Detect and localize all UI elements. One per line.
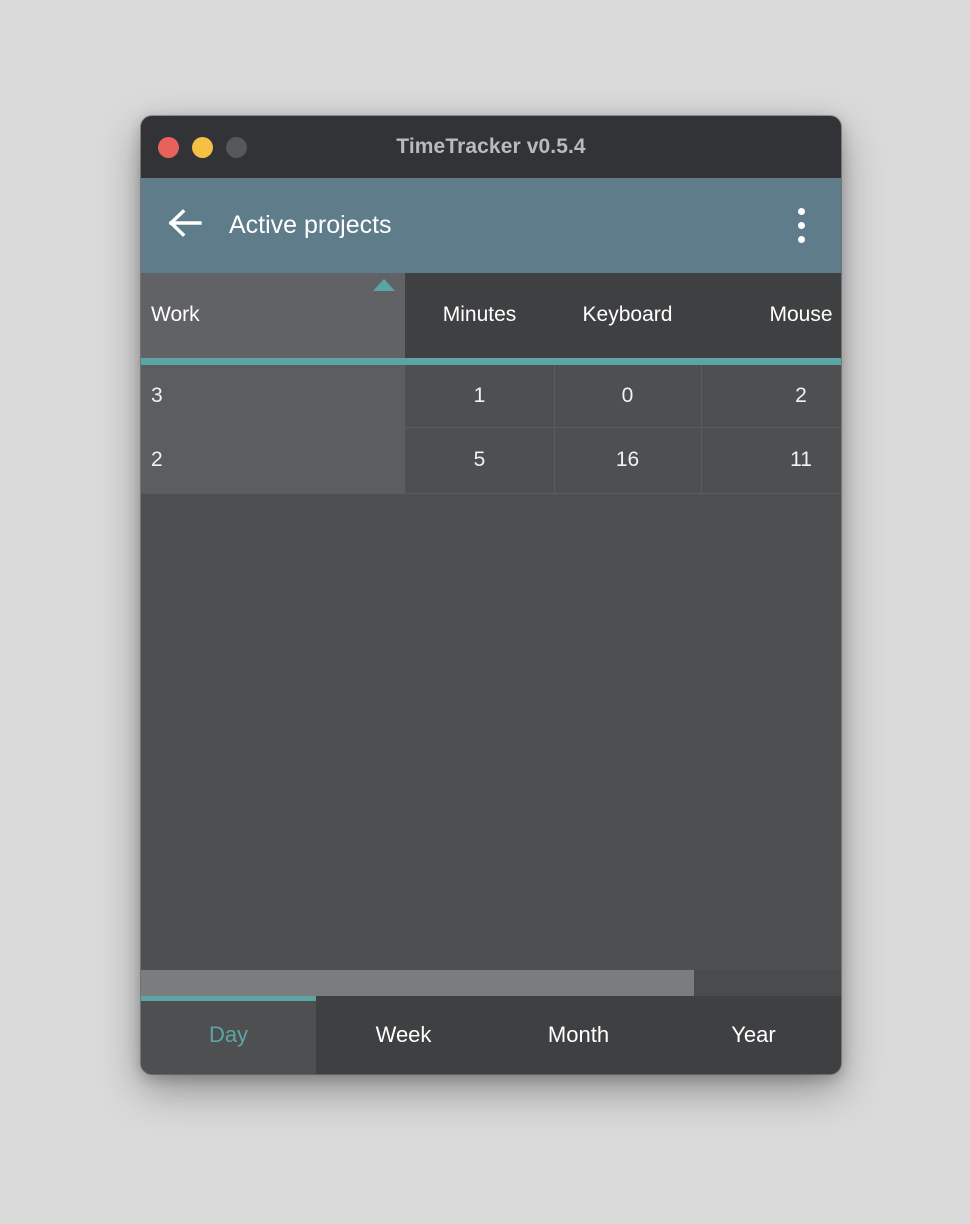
horizontal-scrollbar-track[interactable] bbox=[141, 970, 841, 996]
more-vertical-icon-dot bbox=[797, 236, 805, 243]
arrow-left-icon bbox=[168, 208, 202, 243]
table-header-row: Work Minutes Keyboard Mouse bbox=[141, 273, 841, 365]
table-row[interactable]: 3 1 0 2 bbox=[141, 361, 841, 428]
sort-ascending-icon bbox=[373, 279, 395, 291]
cell-mouse: 11 bbox=[701, 427, 841, 494]
tab-label: Year bbox=[731, 1022, 776, 1047]
period-tab-bar: Day Week Month Year bbox=[141, 996, 841, 1074]
cell-minutes: 1 bbox=[405, 361, 555, 428]
more-vertical-icon-dot bbox=[797, 208, 805, 215]
minimize-button[interactable] bbox=[192, 136, 213, 158]
table-scroll-viewport[interactable]: Work Minutes Keyboard Mouse 3 1 0 2 2 5 … bbox=[141, 273, 841, 970]
table-body: 3 1 0 2 2 5 16 11 bbox=[141, 361, 841, 494]
tab-label: Month bbox=[547, 1022, 610, 1047]
column-header-label: Work bbox=[151, 303, 200, 327]
more-vertical-icon-dot bbox=[797, 222, 805, 229]
tab-label: Week bbox=[375, 1022, 432, 1047]
column-header-label: Minutes bbox=[442, 303, 517, 327]
tab-year[interactable]: Year bbox=[666, 996, 841, 1074]
back-button[interactable] bbox=[163, 204, 207, 248]
overflow-menu-button[interactable] bbox=[781, 203, 821, 249]
table-head: Work Minutes Keyboard Mouse bbox=[141, 273, 841, 365]
tab-month[interactable]: Month bbox=[491, 996, 666, 1074]
window-titlebar[interactable]: TimeTracker v0.5.4 bbox=[141, 116, 841, 178]
table-row[interactable]: 2 5 16 11 bbox=[141, 427, 841, 494]
column-header-minutes[interactable]: Minutes bbox=[405, 273, 554, 365]
application-window: TimeTracker v0.5.4 Active projects Work … bbox=[141, 116, 841, 1074]
close-button[interactable] bbox=[158, 136, 179, 158]
cell-mouse: 2 bbox=[701, 361, 841, 428]
horizontal-scrollbar-thumb[interactable] bbox=[141, 970, 694, 996]
column-header-label: Mouse bbox=[769, 303, 833, 327]
cell-work: 2 bbox=[141, 427, 406, 494]
page-title: Active projects bbox=[229, 211, 392, 239]
cell-work: 3 bbox=[141, 361, 406, 428]
cell-minutes: 5 bbox=[405, 427, 555, 494]
column-header-keyboard[interactable]: Keyboard bbox=[554, 273, 701, 365]
cell-keyboard: 16 bbox=[554, 427, 702, 494]
column-header-label: Keyboard bbox=[582, 303, 673, 327]
cell-keyboard: 0 bbox=[554, 361, 702, 428]
app-bar: Active projects bbox=[141, 178, 841, 273]
column-header-work[interactable]: Work bbox=[141, 273, 405, 365]
projects-table-area: Work Minutes Keyboard Mouse 3 1 0 2 2 5 … bbox=[141, 273, 841, 996]
desktop-background: TimeTracker v0.5.4 Active projects Work … bbox=[0, 0, 970, 1224]
tab-day[interactable]: Day bbox=[141, 996, 316, 1074]
column-header-mouse[interactable]: Mouse bbox=[701, 273, 841, 365]
window-controls bbox=[158, 116, 247, 178]
projects-table: Work Minutes Keyboard Mouse 3 1 0 2 2 5 … bbox=[141, 273, 841, 494]
tab-label: Day bbox=[208, 1022, 249, 1047]
zoom-button[interactable] bbox=[226, 136, 247, 158]
tab-week[interactable]: Week bbox=[316, 996, 491, 1074]
